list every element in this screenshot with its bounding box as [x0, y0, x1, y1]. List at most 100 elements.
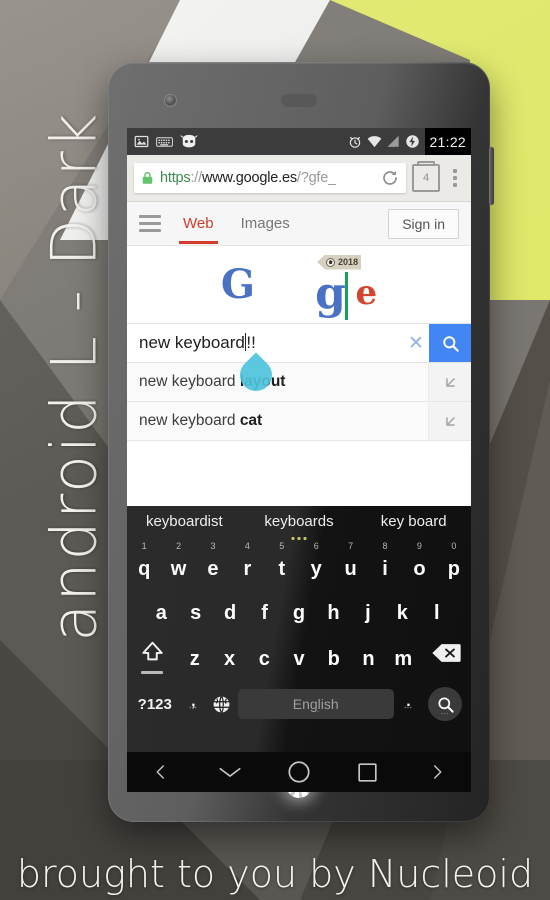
wifi-icon	[367, 135, 382, 148]
key-m[interactable]: m	[386, 634, 421, 680]
hide-keyboard-icon[interactable]	[196, 752, 265, 792]
url-scheme: https	[160, 170, 191, 186]
key-number-hint: 2	[176, 541, 182, 551]
keyboard-row-4: ?123 , ⋯ ⋯ English ⋯ . ⋯ ⋯	[127, 680, 471, 728]
lock-icon	[141, 171, 154, 185]
status-bar: 21:22	[127, 128, 471, 155]
keyboard-suggestion-label: keyboards	[264, 512, 334, 530]
suggestion-prefix: new keyboard	[139, 412, 240, 429]
key-x[interactable]: x	[212, 634, 247, 680]
key-a[interactable]: a	[144, 588, 178, 634]
suggestion-row[interactable]: new keyboard cat	[127, 402, 471, 441]
tab-switcher-button[interactable]: 4	[412, 161, 440, 192]
key-y[interactable]: 6y	[299, 541, 333, 588]
key-p[interactable]: 0p	[437, 541, 471, 588]
forward-chevron-icon[interactable]	[402, 752, 471, 792]
key-label: w	[170, 558, 187, 580]
key-long-press-dots: ⋯	[440, 709, 450, 718]
key-number-hint: 3	[210, 541, 216, 551]
key-i[interactable]: 8i	[368, 541, 402, 588]
keyboard-suggestion[interactable]: key board	[356, 513, 471, 530]
on-screen-keyboard: keyboardist keyboards key board 1q 2w 3e…	[127, 506, 471, 752]
symbols-key[interactable]: ?123	[131, 696, 179, 713]
tab-images[interactable]: Images	[239, 203, 292, 244]
doodle-letter-g: g	[315, 267, 346, 319]
key-d[interactable]: d	[213, 588, 247, 634]
search-input-trailing: !!	[246, 333, 256, 352]
url-input[interactable]: https://www.google.es/?gfe_	[134, 163, 406, 193]
comma-key[interactable]: , ⋯	[182, 693, 206, 715]
insert-arrow-icon[interactable]	[428, 363, 471, 401]
key-z[interactable]: z	[177, 634, 212, 680]
key-h[interactable]: h	[316, 588, 350, 634]
suggestion-row[interactable]: new keyboard layout	[127, 363, 471, 402]
key-r[interactable]: 4r	[230, 541, 264, 588]
key-label: c	[258, 648, 270, 670]
key-f[interactable]: f	[247, 588, 281, 634]
period-key[interactable]: . ⋯	[397, 693, 421, 715]
key-l[interactable]: l	[420, 588, 454, 634]
wallpaper-tagline: brought to you by Nucleoid	[16, 852, 534, 896]
key-label: j	[365, 602, 371, 624]
phone-power-button[interactable]	[489, 147, 494, 205]
key-g[interactable]: g	[282, 588, 316, 634]
overflow-menu-icon[interactable]	[446, 169, 464, 187]
key-label: e	[207, 558, 219, 580]
key-label: y	[310, 558, 322, 580]
shift-underline	[141, 671, 164, 674]
search-input[interactable]: new keyboard!!	[127, 333, 403, 353]
key-label: u	[344, 558, 357, 580]
key-number-hint: 5	[279, 541, 285, 551]
keyboard-suggestion-active[interactable]: keyboards	[242, 512, 357, 540]
keyboard-suggestion-strip: keyboardist keyboards key board	[127, 506, 471, 540]
tab-web[interactable]: Web	[179, 203, 218, 244]
key-c[interactable]: c	[247, 634, 282, 680]
language-globe-key[interactable]: ⋯	[208, 695, 235, 714]
key-t[interactable]: 5t	[265, 541, 299, 588]
space-key[interactable]: English ⋯	[237, 689, 394, 719]
home-circle-icon[interactable]	[265, 752, 334, 792]
shift-key[interactable]	[127, 634, 177, 680]
keyboard-suggestion[interactable]: keyboardist	[127, 513, 242, 530]
search-button[interactable]	[429, 324, 471, 362]
key-w[interactable]: 2w	[161, 541, 195, 588]
status-bar-clock: 21:22	[425, 128, 471, 155]
status-bar-system-icons: 21:22	[348, 128, 471, 155]
reload-icon[interactable]	[381, 169, 399, 187]
key-e[interactable]: 3e	[196, 541, 230, 588]
wallpaper-vertical-title: android L - Dark	[37, 111, 111, 642]
key-label: f	[261, 602, 268, 624]
google-logo-area: G 2018 g e	[127, 246, 471, 323]
key-label: m	[394, 648, 413, 670]
battery-charging-icon	[405, 134, 420, 149]
key-label: r	[243, 558, 252, 580]
key-u[interactable]: 7u	[333, 541, 367, 588]
key-o[interactable]: 9o	[402, 541, 436, 588]
key-j[interactable]: j	[351, 588, 385, 634]
key-q[interactable]: 1q	[127, 541, 161, 588]
key-s[interactable]: s	[178, 588, 212, 634]
key-n[interactable]: n	[351, 634, 386, 680]
clear-x-icon[interactable]: ✕	[403, 334, 429, 353]
key-v[interactable]: v	[282, 634, 317, 680]
key-number-hint: 9	[416, 541, 422, 551]
insert-arrow-icon[interactable]	[428, 402, 471, 440]
key-b[interactable]: b	[316, 634, 351, 680]
key-label: o	[413, 558, 426, 580]
backspace-key[interactable]	[421, 634, 471, 680]
key-number-hint: 1	[141, 541, 147, 551]
key-label: d	[224, 602, 237, 624]
world-cup-2018-doodle-icon[interactable]: 2018 g e	[315, 254, 377, 320]
hamburger-icon[interactable]	[139, 215, 161, 232]
keyboard-row-2: a s d f g h j k l	[127, 588, 471, 634]
key-number-hint: 0	[451, 541, 457, 551]
key-k[interactable]: k	[385, 588, 419, 634]
recents-square-icon[interactable]	[333, 752, 402, 792]
key-number-hint: 4	[244, 541, 250, 551]
back-chevron-icon[interactable]	[127, 752, 196, 792]
key-label: l	[433, 602, 440, 624]
sign-in-button[interactable]: Sign in	[388, 208, 459, 239]
search-enter-key[interactable]: ⋯	[423, 687, 467, 721]
key-label: q	[138, 558, 151, 580]
symbols-key-label: ?123	[137, 695, 172, 713]
